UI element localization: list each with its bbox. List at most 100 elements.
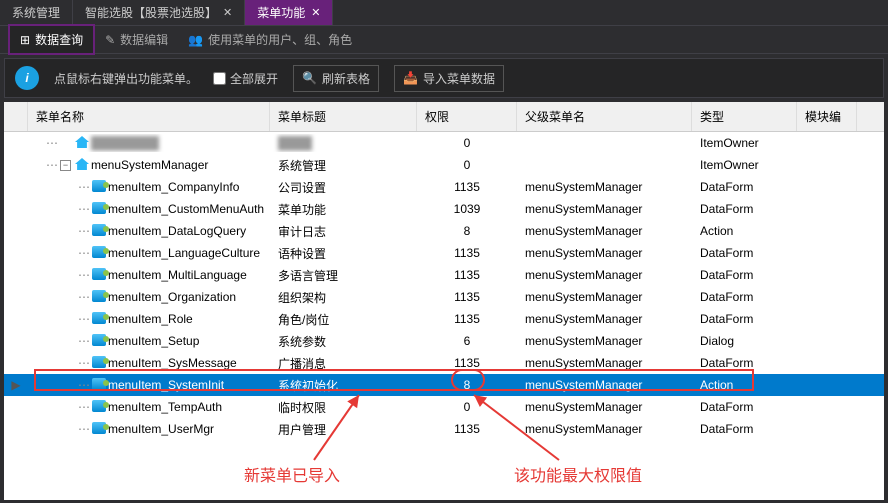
expand-all-checkbox[interactable]: 全部展开 bbox=[213, 70, 278, 87]
row-parent: menuSystemManager bbox=[517, 354, 692, 372]
row-parent: menuSystemManager bbox=[517, 244, 692, 262]
table-row[interactable]: ⋯menuItem_UserMgr用户管理1135menuSystemManag… bbox=[4, 418, 884, 440]
row-title: 用户管理 bbox=[270, 419, 417, 440]
row-name: menuItem_SysMessage bbox=[108, 356, 237, 370]
row-parent: menuSystemManager bbox=[517, 376, 692, 394]
table-row[interactable]: ⋯menuItem_DataLogQuery审计日志8menuSystemMan… bbox=[4, 220, 884, 242]
row-title: 菜单功能 bbox=[270, 199, 417, 220]
table-row[interactable]: ⋯−menuSystemManager系统管理0ItemOwner bbox=[4, 154, 884, 176]
row-parent: menuSystemManager bbox=[517, 266, 692, 284]
user-icon bbox=[92, 180, 106, 194]
row-title: 多语言管理 bbox=[270, 265, 417, 286]
header-type[interactable]: 类型 bbox=[692, 102, 797, 131]
user-icon bbox=[92, 400, 106, 414]
header-auth[interactable]: 权限 bbox=[417, 102, 517, 131]
row-auth: 1135 bbox=[417, 178, 517, 196]
row-type: Action bbox=[692, 222, 797, 240]
row-parent: menuSystemManager bbox=[517, 178, 692, 196]
row-name: menuItem_CustomMenuAuth bbox=[108, 202, 264, 216]
row-parent bbox=[517, 141, 692, 145]
top-tabs: 系统管理智能选股【股票池选股】✕菜单功能✕ bbox=[0, 0, 888, 26]
row-name: menuItem_Role bbox=[108, 312, 193, 326]
close-icon[interactable]: ✕ bbox=[223, 6, 232, 19]
table-row[interactable]: ⋯menuItem_LanguageCulture语种设置1135menuSys… bbox=[4, 242, 884, 264]
info-icon: i bbox=[15, 66, 39, 90]
annotation-right-text: 该功能最大权限值 bbox=[514, 462, 642, 486]
row-parent: menuSystemManager bbox=[517, 310, 692, 328]
row-auth: 0 bbox=[417, 156, 517, 174]
row-title: 公司设置 bbox=[270, 177, 417, 198]
user-icon bbox=[92, 246, 106, 260]
row-type: DataForm bbox=[692, 420, 797, 438]
hint-text: 点鼠标右键弹出功能菜单。 bbox=[54, 70, 198, 87]
table-row[interactable]: ⋯menuItem_MultiLanguage多语言管理1135menuSyst… bbox=[4, 264, 884, 286]
import-icon: 📥 bbox=[403, 71, 418, 85]
table-row[interactable]: ⋯menuItem_CompanyInfo公司设置1135menuSystemM… bbox=[4, 176, 884, 198]
row-auth: 8 bbox=[417, 222, 517, 240]
user-icon bbox=[92, 224, 106, 238]
row-name: menuItem_DataLogQuery bbox=[108, 224, 246, 238]
row-auth: 8 bbox=[417, 376, 517, 394]
row-name: menuSystemManager bbox=[91, 158, 208, 172]
header-name[interactable]: 菜单名称 bbox=[28, 102, 270, 131]
row-type: Dialog bbox=[692, 332, 797, 350]
sub-tab[interactable]: ⊞数据查询 bbox=[8, 24, 95, 55]
table-row[interactable]: ▶⋯menuItem_SystemInit系统初始化8menuSystemMan… bbox=[4, 374, 884, 396]
header-title[interactable]: 菜单标题 bbox=[270, 102, 417, 131]
row-parent bbox=[517, 163, 692, 167]
row-title: 系统参数 bbox=[270, 331, 417, 352]
row-title: 角色/岗位 bbox=[270, 309, 417, 330]
close-icon[interactable]: ✕ bbox=[311, 6, 320, 19]
tab-icon: ⊞ bbox=[20, 33, 30, 47]
row-name: menuItem_LanguageCulture bbox=[108, 246, 260, 260]
row-type: Action bbox=[692, 376, 797, 394]
row-title: 组织架构 bbox=[270, 287, 417, 308]
table-row[interactable]: ⋯menuItem_CustomMenuAuth菜单功能1039menuSyst… bbox=[4, 198, 884, 220]
table-row[interactable]: ⋯████████████0ItemOwner bbox=[4, 132, 884, 154]
row-type: ItemOwner bbox=[692, 134, 797, 152]
grid-header: 菜单名称 菜单标题 权限 父级菜单名 类型 模块编 bbox=[4, 102, 884, 132]
table-row[interactable]: ⋯menuItem_Organization组织架构1135menuSystem… bbox=[4, 286, 884, 308]
top-tab[interactable]: 智能选股【股票池选股】✕ bbox=[73, 0, 245, 25]
row-name: menuItem_MultiLanguage bbox=[108, 268, 247, 282]
toolbar: i 点鼠标右键弹出功能菜单。 全部展开 🔍 刷新表格 📥 导入菜单数据 bbox=[4, 58, 884, 98]
row-title: 审计日志 bbox=[270, 221, 417, 242]
row-parent: menuSystemManager bbox=[517, 288, 692, 306]
row-auth: 1135 bbox=[417, 244, 517, 262]
data-grid: 菜单名称 菜单标题 权限 父级菜单名 类型 模块编 ⋯████████████0… bbox=[4, 102, 884, 500]
table-row[interactable]: ⋯menuItem_SysMessage广播消息1135menuSystemMa… bbox=[4, 352, 884, 374]
header-parent[interactable]: 父级菜单名 bbox=[517, 102, 692, 131]
row-name: menuItem_TempAuth bbox=[108, 400, 222, 414]
top-tab[interactable]: 菜单功能✕ bbox=[245, 0, 333, 25]
sub-tab[interactable]: ✎数据编辑 bbox=[95, 26, 178, 53]
top-tab[interactable]: 系统管理 bbox=[0, 0, 73, 25]
header-mod[interactable]: 模块编 bbox=[797, 102, 857, 131]
tab-icon: ✎ bbox=[105, 33, 115, 47]
row-auth: 1135 bbox=[417, 354, 517, 372]
tree-toggle[interactable]: − bbox=[60, 160, 71, 171]
import-button[interactable]: 📥 导入菜单数据 bbox=[394, 65, 504, 92]
row-marker: ▶ bbox=[4, 378, 28, 392]
row-auth: 1135 bbox=[417, 266, 517, 284]
user-icon bbox=[92, 202, 106, 216]
search-icon: 🔍 bbox=[302, 71, 317, 85]
row-auth: 1135 bbox=[417, 288, 517, 306]
row-auth: 1135 bbox=[417, 420, 517, 438]
user-icon bbox=[92, 422, 106, 436]
refresh-button[interactable]: 🔍 刷新表格 bbox=[293, 65, 379, 92]
row-title: 系统管理 bbox=[270, 155, 417, 176]
user-icon bbox=[92, 356, 106, 370]
table-row[interactable]: ⋯menuItem_Role角色/岗位1135menuSystemManager… bbox=[4, 308, 884, 330]
row-title: 临时权限 bbox=[270, 397, 417, 418]
user-icon bbox=[92, 378, 106, 392]
row-parent: menuSystemManager bbox=[517, 332, 692, 350]
table-row[interactable]: ⋯menuItem_TempAuth临时权限0menuSystemManager… bbox=[4, 396, 884, 418]
user-icon bbox=[92, 312, 106, 326]
row-auth: 0 bbox=[417, 398, 517, 416]
tab-icon: 👥 bbox=[188, 33, 203, 47]
row-auth: 0 bbox=[417, 134, 517, 152]
table-row[interactable]: ⋯menuItem_Setup系统参数6menuSystemManagerDia… bbox=[4, 330, 884, 352]
row-name: menuItem_UserMgr bbox=[108, 422, 214, 436]
sub-tab[interactable]: 👥使用菜单的用户、组、角色 bbox=[178, 26, 362, 53]
expand-all-input[interactable] bbox=[213, 72, 226, 85]
